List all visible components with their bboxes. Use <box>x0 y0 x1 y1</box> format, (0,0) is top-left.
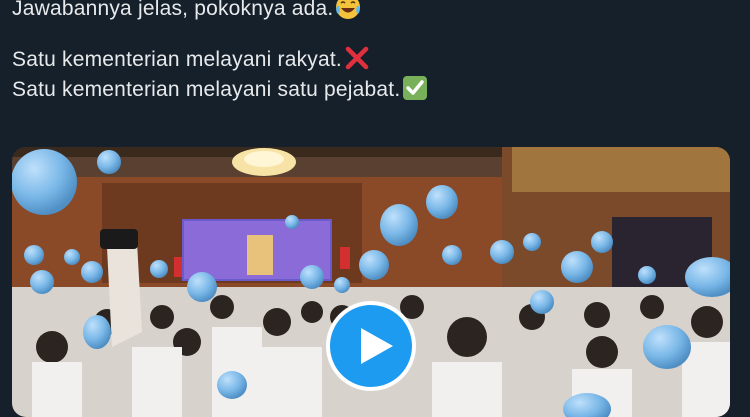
play-button[interactable] <box>326 301 416 391</box>
tweet-line-3-text: Satu kementerian melayani satu pejabat. <box>12 78 401 101</box>
face-with-tears-of-joy-icon <box>336 0 361 19</box>
tweet-line-2-text: Satu kementerian melayani rakyat. <box>12 48 342 71</box>
check-mark-button-icon <box>403 76 428 100</box>
tweet-line-3: Satu kementerian melayani satu pejabat. <box>12 75 732 105</box>
play-icon <box>361 328 393 364</box>
tweet-line-2: Satu kementerian melayani rakyat. <box>12 45 732 75</box>
cross-mark-icon <box>345 46 369 70</box>
tweet-line-1: Jawabannya jelas, pokoknya ada. <box>12 0 732 24</box>
tweet-text: Jawabannya jelas, pokoknya ada. Satu kem… <box>12 0 732 105</box>
video-player[interactable] <box>12 147 730 417</box>
tweet-line-1-text: Jawabannya jelas, pokoknya ada. <box>12 0 334 20</box>
